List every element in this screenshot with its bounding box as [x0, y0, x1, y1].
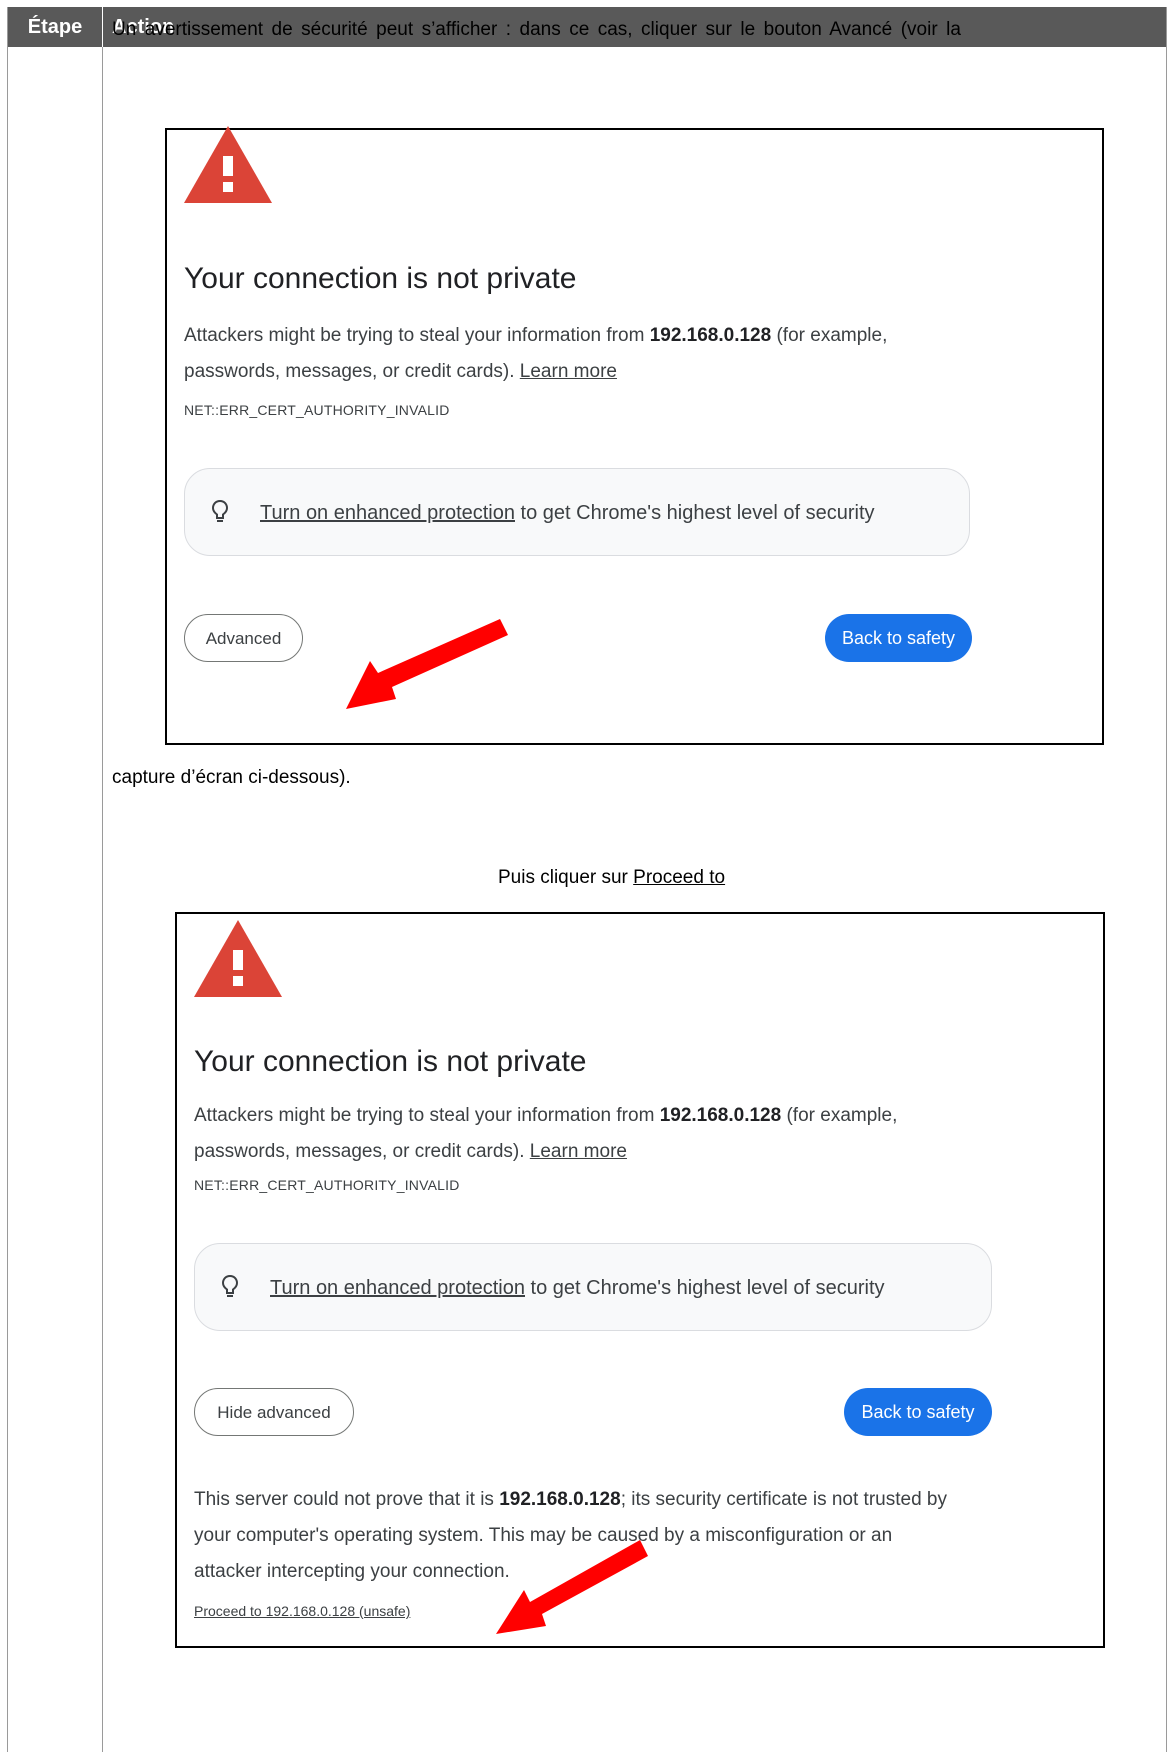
warning-title: Your connection is not private: [184, 262, 577, 295]
certificate-details: This server could not prove that it is 1…: [194, 1482, 947, 1590]
learn-more-link[interactable]: Learn more: [530, 1141, 627, 1162]
warning-screenshot-advanced: Your connection is not private Attackers…: [165, 126, 1104, 745]
certificate-host: 192.168.0.128: [499, 1489, 621, 1510]
enhanced-protection-text: Turn on enhanced protection to get Chrom…: [260, 469, 875, 557]
proceed-unsafe-link[interactable]: Proceed to 192.168.0.128 (unsafe): [194, 1603, 410, 1619]
enhanced-protection-rest: to get Chrome's highest level of securit…: [525, 1277, 885, 1299]
certificate-details-line3: attacker intercepting your connection.: [194, 1561, 510, 1582]
warning-screenshot-proceed: Your connection is not private Attackers…: [175, 912, 1105, 1648]
instruction-then-prefix: Puis cliquer sur: [498, 867, 634, 888]
warning-host: 192.168.0.128: [659, 1105, 782, 1126]
warning-description-line2: passwords, messages, or credit cards).: [194, 1141, 530, 1162]
warning-host: 192.168.0.128: [649, 325, 772, 346]
warning-description-text: Attackers might be trying to steal your …: [184, 325, 650, 346]
lightbulb-icon: [211, 499, 229, 522]
enhanced-protection-link[interactable]: Turn on enhanced protection: [270, 1277, 525, 1299]
instruction-intro-end: capture d’écran ci-dessous).: [112, 767, 351, 788]
enhanced-protection-text: Turn on enhanced protection to get Chrom…: [270, 1244, 885, 1332]
warning-description-line2: passwords, messages, or credit cards).: [184, 361, 520, 382]
warning-description-text-2: (for example,: [781, 1105, 898, 1126]
warning-triangle-icon: [194, 920, 282, 997]
warning-description-text-2: (for example,: [771, 325, 888, 346]
certificate-details-text: This server could not prove that it is: [194, 1489, 500, 1510]
lightbulb-icon: [221, 1274, 239, 1297]
enhanced-protection-box: Turn on enhanced protection to get Chrom…: [194, 1243, 992, 1331]
back-to-safety-button[interactable]: Back to safety: [844, 1388, 992, 1436]
column-divider: [102, 47, 103, 1752]
warning-description: Attackers might be trying to steal your …: [184, 318, 887, 390]
enhanced-protection-box: Turn on enhanced protection to get Chrom…: [184, 468, 970, 556]
certificate-details-line2: your computer's operating system. This m…: [194, 1525, 893, 1546]
warning-description: Attackers might be trying to steal your …: [194, 1098, 897, 1170]
enhanced-protection-link[interactable]: Turn on enhanced protection: [260, 502, 515, 524]
column-header-step: Étape: [27, 16, 83, 38]
warning-title: Your connection is not private: [194, 1045, 587, 1078]
learn-more-link[interactable]: Learn more: [520, 361, 617, 382]
back-to-safety-button[interactable]: Back to safety: [825, 614, 972, 662]
warning-description-text: Attackers might be trying to steal your …: [194, 1105, 660, 1126]
error-code: NET::ERR_CERT_AUTHORITY_INVALID: [194, 1177, 460, 1193]
warning-triangle-icon: [184, 126, 272, 203]
instruction-intro: Un avertissement de sécurité peut s’affi…: [112, 19, 961, 41]
instruction-then-link: Proceed to: [633, 867, 726, 888]
error-code: NET::ERR_CERT_AUTHORITY_INVALID: [184, 402, 450, 418]
instruction-then: Puis cliquer sur Proceed to: [498, 867, 725, 889]
certificate-details-text-2: ; its security certificate is not truste…: [620, 1489, 947, 1510]
hide-advanced-button[interactable]: Hide advanced: [194, 1388, 354, 1436]
header-divider: [102, 7, 103, 47]
advanced-button[interactable]: Advanced: [184, 614, 303, 662]
instruction-intro-text: Un avertissement de sécurité peut s’affi…: [112, 19, 961, 40]
enhanced-protection-rest: to get Chrome's highest level of securit…: [515, 502, 875, 524]
